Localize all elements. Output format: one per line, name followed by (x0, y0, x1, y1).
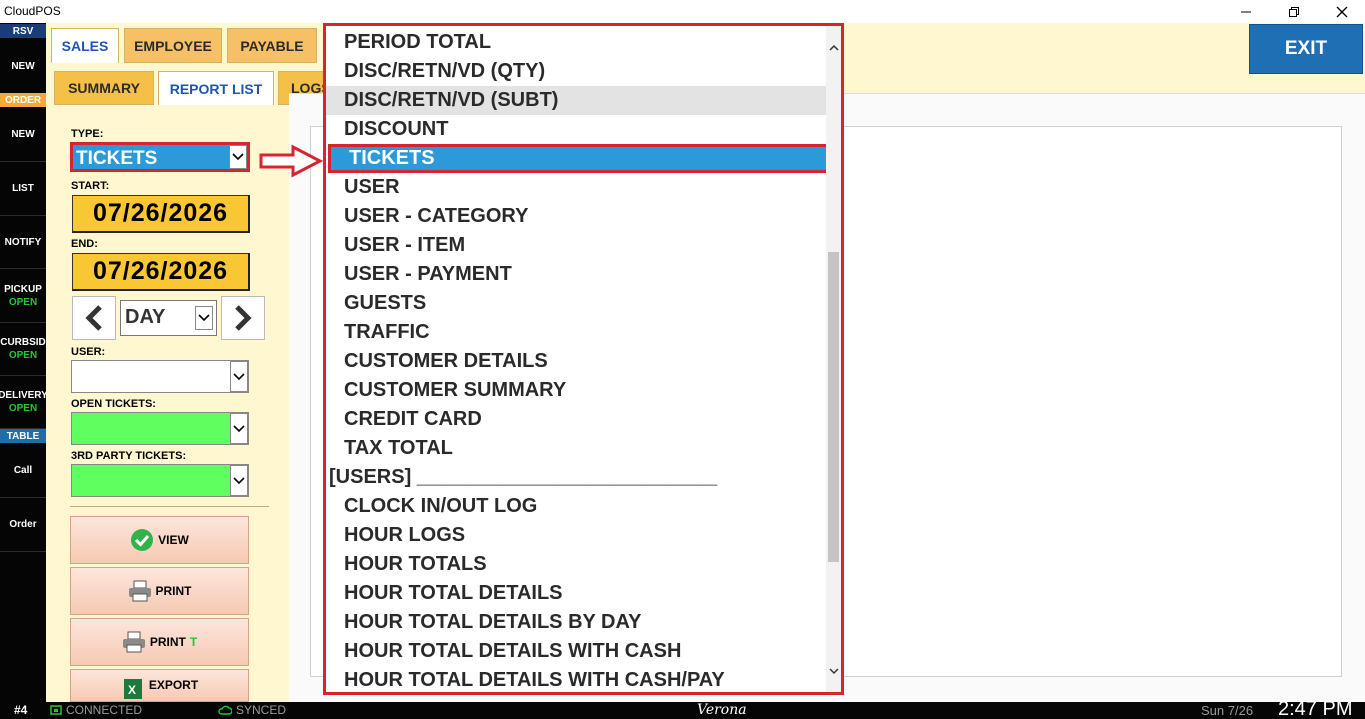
dropdown-option[interactable]: PERIOD TOTAL (326, 28, 826, 57)
dropdown-option[interactable]: CLOCK IN/OUT LOG (326, 492, 826, 521)
dropdown-option[interactable]: TICKETS (328, 144, 830, 173)
dropdown-option[interactable]: CUSTOMER DETAILS (326, 347, 826, 376)
dropdown-option[interactable]: HOUR TOTAL DETAILS WITH CASH/PAY (326, 666, 826, 692)
dropdown-option[interactable]: HOUR TOTAL DETAILS WITH CASH (326, 637, 826, 666)
dropdown-option[interactable]: GUESTS (326, 289, 826, 318)
print-t-button[interactable]: PRINT T (70, 618, 249, 666)
view-button[interactable]: VIEW (70, 516, 249, 564)
check-icon (131, 529, 154, 551)
dropdown-option[interactable]: HOUR LOGS (326, 521, 826, 550)
sync-status: SYNCED (218, 703, 286, 717)
open-tickets-select[interactable] (71, 412, 249, 445)
minimize-icon[interactable] (1223, 0, 1269, 23)
connected-icon (50, 705, 62, 715)
chevron-down-icon[interactable] (230, 361, 248, 392)
printer-icon (122, 631, 145, 653)
left-sidebar: RSV NEW ORDER NEW LIST NOTIFY PICKUP OPE… (0, 23, 46, 702)
sidebar-item-rsv-new[interactable]: NEW (0, 39, 46, 95)
location-name: Verona (697, 702, 747, 718)
end-date-field[interactable]: 07/26/2026 (72, 253, 250, 291)
printer-icon (128, 580, 151, 602)
type-label: TYPE: (71, 128, 104, 140)
chevron-left-icon[interactable] (72, 296, 116, 340)
arrow-right-icon (259, 144, 323, 178)
dropdown-option[interactable]: TAX TOTAL (326, 434, 826, 463)
station-number: #4 (14, 703, 28, 717)
sidebar-item-call[interactable]: Call (0, 444, 46, 498)
dropdown-option[interactable]: USER - PAYMENT (326, 260, 826, 289)
sidebar-item-list[interactable]: LIST (0, 162, 46, 216)
scroll-down-icon[interactable] (826, 664, 841, 678)
sidebar-item-notify[interactable]: NOTIFY (0, 216, 46, 269)
chevron-right-icon[interactable] (221, 296, 265, 340)
sidebar-item-delivery[interactable]: DELIVERY OPEN (0, 376, 46, 429)
chevron-down-icon[interactable] (229, 145, 247, 169)
app-title: CloudPOS (4, 4, 61, 18)
export-button[interactable]: X EXPORT (70, 669, 249, 702)
dropdown-option[interactable]: HOUR TOTALS (326, 550, 826, 579)
end-label: END: (71, 238, 98, 250)
dropdown-option[interactable]: TRAFFIC (326, 318, 826, 347)
report-type-dropdown[interactable]: PERIOD TOTAL DISC/RETN/VD (QTY) DISC/RETN/… (323, 23, 844, 695)
sidebar-item-curbside[interactable]: CURBSID OPEN (0, 323, 46, 376)
restore-icon[interactable] (1271, 0, 1317, 23)
scrollbar-thumb[interactable] (828, 252, 839, 562)
dropdown-option[interactable]: DISC/RETN/VD (SUBT) (326, 86, 826, 115)
dropdown-option[interactable]: USER - ITEM (326, 231, 826, 260)
title-bar: CloudPOS (0, 0, 1365, 23)
dropdown-group-header: [USERS] ___________________________ (329, 466, 718, 488)
start-label: START: (71, 180, 110, 192)
dropdown-option[interactable]: CUSTOMER SUMMARY (326, 376, 826, 405)
status-date: Sun 7/26 (1201, 703, 1254, 718)
close-icon[interactable] (1319, 0, 1365, 23)
tab-summary[interactable]: SUMMARY (54, 71, 154, 105)
dropdown-option[interactable]: USER - CATEGORY (326, 202, 826, 231)
tab-employee[interactable]: EMPLOYEE (124, 28, 222, 63)
chevron-down-icon[interactable] (230, 413, 248, 444)
open-tickets-label: OPEN TICKETS: (71, 398, 156, 410)
scrollbar[interactable] (826, 26, 841, 692)
dropdown-option[interactable]: DISC/RETN/VD (QTY) (326, 57, 826, 86)
print-button[interactable]: PRINT (70, 567, 249, 615)
third-party-label: 3RD PARTY TICKETS: (71, 450, 187, 462)
scroll-up-icon[interactable] (826, 40, 841, 54)
chevron-down-icon[interactable] (230, 465, 248, 496)
dropdown-option[interactable]: USER (326, 173, 826, 202)
order-header: ORDER (0, 93, 46, 107)
chevron-down-icon[interactable] (195, 306, 213, 330)
user-select[interactable] (71, 360, 249, 393)
sidebar-item-order[interactable]: Order (0, 498, 46, 552)
tab-report-list[interactable]: REPORT LIST (158, 71, 274, 105)
sidebar-item-order-new[interactable]: NEW (0, 108, 46, 162)
rsv-header: RSV (0, 24, 46, 38)
divider (70, 506, 269, 507)
sidebar-item-pickup[interactable]: PICKUP OPEN (0, 269, 46, 323)
exit-button[interactable]: EXIT (1249, 24, 1363, 74)
period-select[interactable]: DAY (120, 300, 217, 336)
excel-icon: X (123, 679, 142, 699)
dropdown-option[interactable]: DISCOUNT (326, 115, 826, 144)
dropdown-option[interactable]: HOUR TOTAL DETAILS BY DAY (326, 608, 826, 637)
tab-sales[interactable]: SALES (51, 28, 119, 63)
svg-text:X: X (128, 683, 136, 697)
dropdown-option[interactable]: CREDIT CARD (326, 405, 826, 434)
type-select[interactable]: TICKETS (70, 142, 250, 172)
user-label: USER: (71, 346, 106, 358)
connection-status: CONNECTED (50, 703, 142, 717)
dropdown-option[interactable]: HOUR TOTAL DETAILS (326, 579, 826, 608)
third-party-select[interactable] (71, 464, 249, 497)
cloud-icon (218, 705, 232, 715)
tab-payable[interactable]: PAYABLE (227, 28, 317, 63)
status-time: 2:47 PM (1278, 698, 1353, 719)
start-date-field[interactable]: 07/26/2026 (72, 195, 250, 233)
status-bar: #4 CONNECTED SYNCED Verona Sun 7/26 2:47… (0, 698, 1365, 719)
table-header: TABLE (0, 429, 46, 443)
